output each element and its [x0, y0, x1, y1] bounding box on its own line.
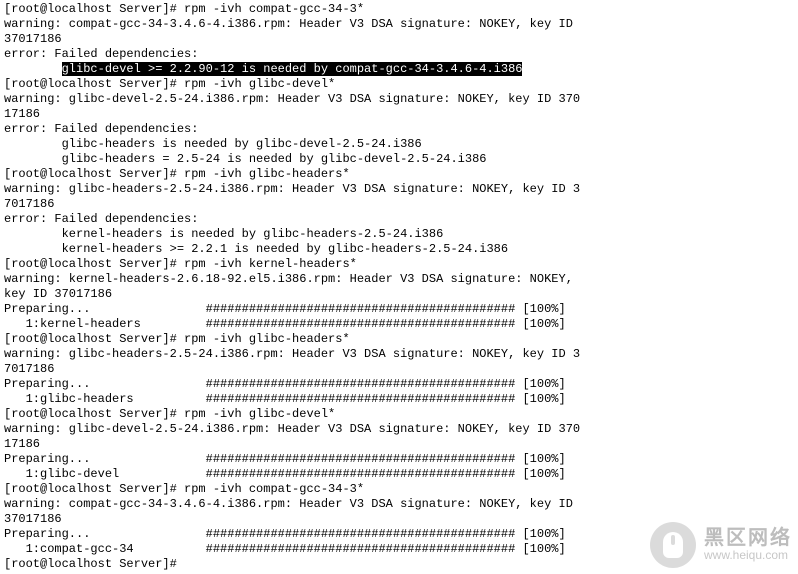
terminal-line: [root@localhost Server]# rpm -ivh glibc-…	[4, 332, 794, 347]
command-text: rpm -ivh glibc-devel*	[184, 407, 335, 421]
command-text: rpm -ivh glibc-devel*	[184, 77, 335, 91]
dependency-line: glibc-devel >= 2.2.90-12 is needed by co…	[4, 62, 794, 77]
terminal-line: [root@localhost Server]# rpm -ivh glibc-…	[4, 77, 794, 92]
preparing-line: Preparing... ###########################…	[4, 452, 794, 467]
prompt[interactable]: [root@localhost Server]#	[4, 332, 177, 346]
preparing-line: Preparing... ###########################…	[4, 302, 794, 317]
warning-line: warning: compat-gcc-34-3.4.6-4.i386.rpm:…	[4, 17, 794, 32]
preparing-line: Preparing... ###########################…	[4, 377, 794, 392]
prompt[interactable]: [root@localhost Server]#	[4, 257, 177, 271]
warning-line: key ID 37017186	[4, 287, 794, 302]
warning-line: warning: glibc-headers-2.5-24.i386.rpm: …	[4, 347, 794, 362]
terminal-line: [root@localhost Server]# rpm -ivh glibc-…	[4, 167, 794, 182]
prompt[interactable]: [root@localhost Server]#	[4, 2, 177, 16]
warning-line: 17186	[4, 107, 794, 122]
warning-line: 7017186	[4, 362, 794, 377]
prompt[interactable]: [root@localhost Server]#	[4, 77, 177, 91]
command-text: rpm -ivh compat-gcc-34-3*	[184, 482, 364, 496]
terminal-line: [root@localhost Server]# rpm -ivh compat…	[4, 2, 794, 17]
warning-line: warning: glibc-headers-2.5-24.i386.rpm: …	[4, 182, 794, 197]
warning-line: 17186	[4, 437, 794, 452]
command-text: rpm -ivh glibc-headers*	[184, 167, 350, 181]
dependency-line: kernel-headers >= 2.2.1 is needed by gli…	[4, 242, 794, 257]
highlighted-dependency: glibc-devel >= 2.2.90-12 is needed by co…	[62, 62, 523, 76]
preparing-line: Preparing... ###########################…	[4, 527, 794, 542]
warning-line: 7017186	[4, 197, 794, 212]
terminal-line: [root@localhost Server]#	[4, 557, 794, 572]
dependency-line: glibc-headers = 2.5-24 is needed by glib…	[4, 152, 794, 167]
indent	[4, 62, 62, 76]
package-progress: 1:compat-gcc-34 ########################…	[4, 542, 794, 557]
terminal-line: [root@localhost Server]# rpm -ivh kernel…	[4, 257, 794, 272]
dependency-line: kernel-headers is needed by glibc-header…	[4, 227, 794, 242]
command-text: rpm -ivh kernel-headers*	[184, 257, 357, 271]
prompt[interactable]: [root@localhost Server]#	[4, 557, 177, 571]
error-line: error: Failed dependencies:	[4, 212, 794, 227]
warning-line: warning: glibc-devel-2.5-24.i386.rpm: He…	[4, 422, 794, 437]
prompt[interactable]: [root@localhost Server]#	[4, 167, 177, 181]
warning-line: warning: kernel-headers-2.6.18-92.el5.i3…	[4, 272, 794, 287]
prompt[interactable]: [root@localhost Server]#	[4, 482, 177, 496]
prompt[interactable]: [root@localhost Server]#	[4, 407, 177, 421]
terminal-line: [root@localhost Server]# rpm -ivh glibc-…	[4, 407, 794, 422]
warning-line: 37017186	[4, 32, 794, 47]
warning-line: 37017186	[4, 512, 794, 527]
command-text: rpm -ivh glibc-headers*	[184, 332, 350, 346]
dependency-line: glibc-headers is needed by glibc-devel-2…	[4, 137, 794, 152]
warning-line: warning: compat-gcc-34-3.4.6-4.i386.rpm:…	[4, 497, 794, 512]
error-line: error: Failed dependencies:	[4, 47, 794, 62]
error-line: error: Failed dependencies:	[4, 122, 794, 137]
package-progress: 1:glibc-headers ########################…	[4, 392, 794, 407]
terminal-line: [root@localhost Server]# rpm -ivh compat…	[4, 482, 794, 497]
package-progress: 1:glibc-devel ##########################…	[4, 467, 794, 482]
warning-line: warning: glibc-devel-2.5-24.i386.rpm: He…	[4, 92, 794, 107]
command-text: rpm -ivh compat-gcc-34-3*	[184, 2, 364, 16]
package-progress: 1:kernel-headers #######################…	[4, 317, 794, 332]
